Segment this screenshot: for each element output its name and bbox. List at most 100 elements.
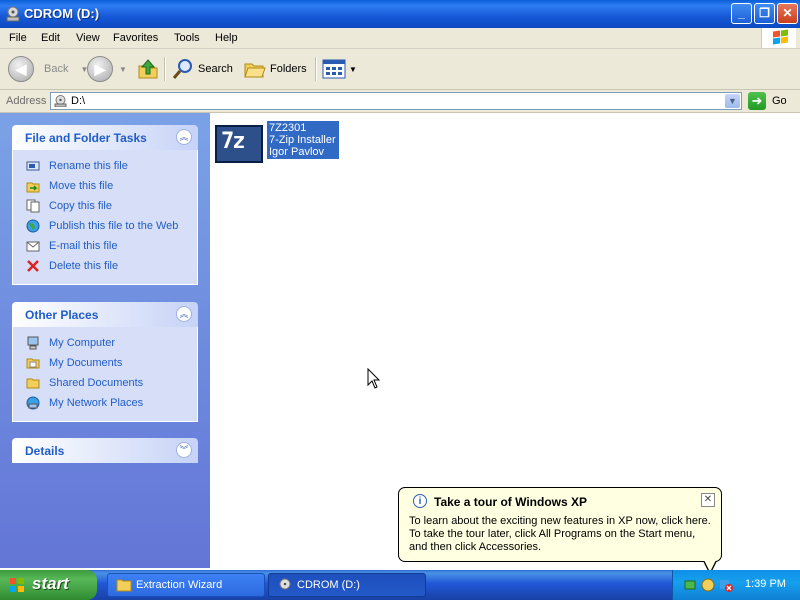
back-arrow-icon: ◀ <box>8 56 34 82</box>
task-publish-web[interactable]: Publish this file to the Web <box>13 216 197 236</box>
forward-dropdown-icon[interactable]: ▼ <box>119 65 127 74</box>
go-label: Go <box>772 95 787 107</box>
task-email-file[interactable]: E-mail this file <box>13 236 197 256</box>
minimize-button[interactable]: _ <box>731 3 752 24</box>
my-computer-icon <box>27 336 39 350</box>
expand-chevron-icon[interactable]: ︾ <box>176 442 192 458</box>
task-label: Publish this file to the Web <box>49 220 179 232</box>
title-bar: CDROM (D:) _ ❐ ✕ <box>0 0 800 28</box>
mouse-cursor-icon <box>367 368 381 389</box>
menu-view[interactable]: View <box>76 30 100 44</box>
copy-icon <box>26 199 40 213</box>
forward-arrow-icon: ▶ <box>87 56 113 82</box>
panel-title: Other Places <box>25 308 99 322</box>
folders-icon <box>244 63 266 78</box>
place-label: My Documents <box>49 357 123 369</box>
address-value: D:\ <box>71 95 86 107</box>
file-name: 7Z2301 <box>269 122 307 134</box>
task-copy-file[interactable]: Copy this file <box>13 196 197 216</box>
up-folder-icon <box>138 59 158 79</box>
panel-title: Details <box>25 444 65 458</box>
file-description: 7-Zip Installer <box>269 134 336 146</box>
folder-icon <box>26 378 40 389</box>
taskbar-button-label: CDROM (D:) <box>297 579 360 591</box>
place-label: Shared Documents <box>49 377 144 389</box>
menu-help[interactable]: Help <box>215 30 238 44</box>
folders-button[interactable]: Folders <box>243 55 307 83</box>
collapse-chevron-icon[interactable]: ︽ <box>176 129 192 145</box>
balloon-close-button[interactable]: ✕ <box>701 493 715 507</box>
balloon-title: Take a tour of Windows XP <box>434 495 588 509</box>
taskbar-cdrom[interactable]: CDROM (D:) <box>268 573 426 597</box>
task-delete-file[interactable]: Delete this file <box>13 256 197 276</box>
place-my-network-places[interactable]: My Network Places <box>13 393 197 413</box>
network-tray-icon[interactable] <box>683 578 697 592</box>
menu-tools[interactable]: Tools <box>174 30 200 44</box>
close-button[interactable]: ✕ <box>777 3 798 24</box>
address-dropdown-icon[interactable]: ▼ <box>725 94 740 108</box>
menu-file[interactable]: File <box>9 30 27 44</box>
details-header[interactable]: Details ︾ <box>12 438 198 463</box>
file-folder-tasks-header[interactable]: File and Folder Tasks ︽ <box>12 125 198 150</box>
start-label: start <box>32 574 69 593</box>
up-folder-button[interactable] <box>136 55 160 83</box>
maximize-button[interactable]: ❐ <box>754 3 775 24</box>
rename-icon <box>26 161 40 171</box>
menu-edit[interactable]: Edit <box>41 30 60 44</box>
info-icon: i <box>413 494 427 508</box>
taskbar-extraction-wizard[interactable]: Extraction Wizard <box>107 573 265 597</box>
start-button[interactable]: start <box>0 570 97 600</box>
cd-drive-icon <box>279 578 291 590</box>
globe-icon <box>26 219 40 233</box>
task-label: Copy this file <box>49 200 112 212</box>
place-my-computer[interactable]: My Computer <box>13 333 197 353</box>
taskbar-button-label: Extraction Wizard <box>136 579 223 591</box>
email-icon <box>26 241 40 252</box>
tour-tray-icon[interactable] <box>701 578 715 592</box>
address-input[interactable]: D:\ ▼ <box>50 92 742 110</box>
balloon-text: To learn about the exciting new features… <box>409 515 711 553</box>
place-my-documents[interactable]: My Documents <box>13 353 197 373</box>
folder-icon <box>26 358 40 369</box>
search-label: Search <box>198 63 233 75</box>
system-tray: 1:39 PM <box>672 570 800 600</box>
search-button[interactable]: Search <box>171 55 233 83</box>
address-label: Address <box>6 95 47 107</box>
file-label: 7Z2301 7-Zip Installer Igor Pavlov <box>267 121 339 159</box>
views-dropdown-icon: ▼ <box>349 64 357 74</box>
other-places-header[interactable]: Other Places ︽ <box>12 302 198 327</box>
task-label: Rename this file <box>49 160 128 172</box>
address-bar: Address D:\ ▼ ➜ Go <box>0 90 800 113</box>
views-button[interactable]: ▼ <box>322 55 357 83</box>
views-icon <box>322 59 346 79</box>
go-button[interactable]: ➜ Go <box>748 92 787 110</box>
back-label: Back <box>44 63 69 75</box>
security-alert-icon[interactable] <box>719 578 733 592</box>
folder-icon <box>116 579 132 592</box>
place-shared-documents[interactable]: Shared Documents <box>13 373 197 393</box>
place-label: My Network Places <box>49 397 144 409</box>
tour-balloon[interactable]: i Take a tour of Windows XP ✕ To learn a… <box>398 487 722 562</box>
task-rename-file[interactable]: Rename this file <box>13 156 197 176</box>
cd-drive-icon <box>54 95 67 107</box>
panel-title: File and Folder Tasks <box>25 131 147 145</box>
window-title: CDROM (D:) <box>24 6 100 21</box>
network-icon <box>26 396 40 410</box>
file-company: Igor Pavlov <box>269 146 325 158</box>
collapse-chevron-icon[interactable]: ︽ <box>176 306 192 322</box>
task-pane: File and Folder Tasks ︽ Rename this file… <box>0 113 210 568</box>
delete-icon <box>27 260 39 272</box>
7zip-file-icon: 7z <box>215 125 263 163</box>
folders-label: Folders <box>270 63 307 75</box>
move-icon <box>26 182 40 193</box>
windows-flag-icon <box>10 578 24 592</box>
details-panel: Details ︾ <box>12 438 198 463</box>
task-label: E-mail this file <box>49 240 118 252</box>
task-label: Move this file <box>49 180 114 192</box>
file-folder-tasks-panel: File and Folder Tasks ︽ Rename this file… <box>12 125 198 285</box>
go-arrow-icon: ➜ <box>748 92 766 110</box>
menu-favorites[interactable]: Favorites <box>113 30 158 44</box>
forward-button[interactable]: ▶ ▼ <box>87 55 127 83</box>
back-button[interactable]: ◀ Back ▼ <box>8 55 88 83</box>
task-move-file[interactable]: Move this file <box>13 176 197 196</box>
